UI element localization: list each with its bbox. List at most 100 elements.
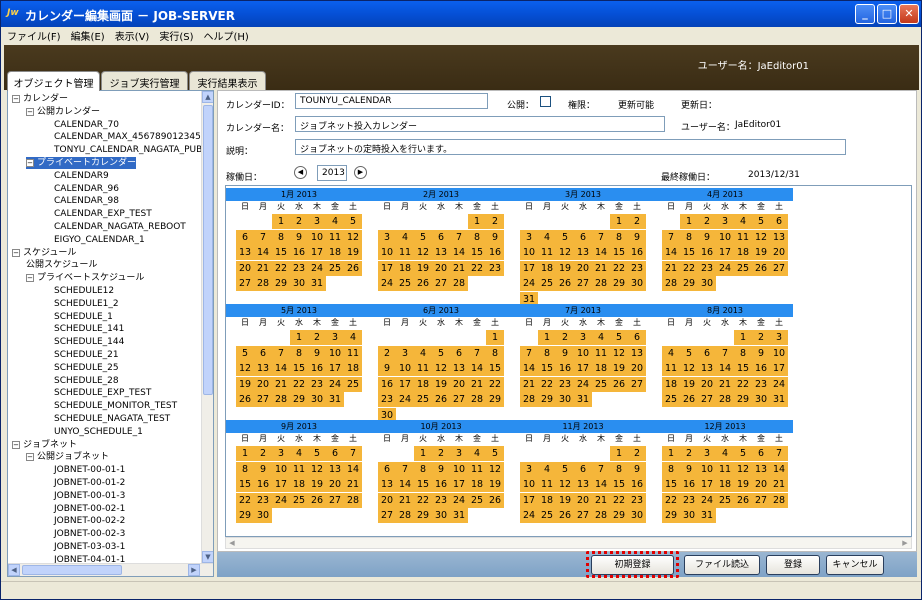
calendar-day[interactable]: 12 [556,245,574,261]
calendar-day[interactable]: 1 [486,330,504,345]
calendar-day[interactable]: 1 [610,446,628,461]
calendar-day[interactable]: 11 [662,361,680,377]
calendar-day[interactable]: 23 [698,260,716,276]
calendar-day[interactable]: 17 [520,260,538,276]
calendar-day[interactable]: 27 [628,376,646,392]
calendar-day[interactable]: 8 [272,229,290,245]
calendar-day[interactable]: 12 [432,361,450,377]
calendar-day[interactable]: 23 [556,376,574,392]
tree-item[interactable]: SCHEDULE12 [54,285,114,297]
calendar-day[interactable]: 11 [538,245,556,261]
calendar-day[interactable]: 19 [734,477,752,493]
calendar-day[interactable]: 11 [734,229,752,245]
calendar-day[interactable]: 7 [468,345,486,361]
calendar-day[interactable]: 7 [716,345,734,361]
calendar-day[interactable]: 14 [450,245,468,261]
calendar-day[interactable]: 21 [254,260,272,276]
calendar-day[interactable]: 29 [236,508,254,524]
calendar-day[interactable]: 16 [680,477,698,493]
calendar-day[interactable]: 13 [378,477,396,493]
calendar-day[interactable]: 31 [326,392,344,408]
calendar-day[interactable]: 22 [610,260,628,276]
calendar-day[interactable]: 24 [396,392,414,408]
calendar-day[interactable]: 14 [592,245,610,261]
calendar-day[interactable]: 3 [770,330,788,345]
calendar-day[interactable]: 17 [716,245,734,261]
scroll-left-icon[interactable]: ◀ [8,564,20,576]
calendar-day[interactable]: 13 [450,361,468,377]
calendar-day[interactable]: 2 [628,446,646,461]
tree-item[interactable]: CALENDAR9 [54,170,109,182]
calendar-day[interactable]: 16 [698,245,716,261]
calendar-day[interactable]: 29 [414,508,432,524]
calendar-day[interactable]: 5 [308,446,326,461]
calendar-day[interactable]: 14 [520,361,538,377]
collapse-toggle-icon[interactable]: − [12,248,20,257]
calendar-day[interactable]: 20 [574,260,592,276]
calendar-day[interactable]: 15 [662,477,680,493]
tree-item[interactable]: CALENDAR_70 [54,119,119,131]
calendar-day[interactable]: 25 [396,276,414,292]
calendar-day[interactable]: 20 [236,260,254,276]
calendar-day[interactable]: 22 [610,492,628,508]
calendar-day[interactable]: 11 [592,345,610,361]
tree-item[interactable]: SCHEDULE1_2 [54,298,119,310]
calendar-day[interactable]: 18 [290,477,308,493]
calendar-day[interactable]: 8 [680,229,698,245]
calendar-day[interactable]: 1 [290,330,308,345]
calendar-day[interactable]: 22 [486,376,504,392]
calendar-day[interactable]: 15 [486,361,504,377]
calendar-day[interactable]: 22 [236,492,254,508]
menu-edit[interactable]: 編集(E) [65,27,109,43]
calendar-day[interactable]: 21 [716,376,734,392]
calendar-day[interactable]: 10 [574,345,592,361]
calendar-day[interactable]: 10 [520,477,538,493]
calendar-day[interactable]: 6 [574,461,592,477]
calendar-day[interactable]: 13 [628,345,646,361]
calendar-day[interactable]: 23 [628,492,646,508]
calendar-day[interactable]: 27 [574,508,592,524]
calendar-day[interactable]: 31 [450,508,468,524]
calendar-day[interactable]: 14 [396,477,414,493]
calendar-day[interactable]: 4 [290,446,308,461]
calendar-day[interactable]: 25 [734,260,752,276]
calendar-day[interactable]: 8 [290,345,308,361]
calendar-day[interactable]: 22 [662,492,680,508]
calendar-day[interactable]: 27 [698,392,716,408]
calendar-day[interactable]: 5 [432,345,450,361]
close-button[interactable]: ✕ [899,4,919,24]
calendar-day[interactable]: 29 [272,276,290,292]
calendar-day[interactable]: 27 [432,276,450,292]
tree-item[interactable]: SCHEDULE_28 [54,375,119,387]
calendar-day[interactable]: 9 [628,461,646,477]
calendar-day[interactable]: 4 [662,345,680,361]
calendar-day[interactable]: 9 [290,229,308,245]
calendar-day[interactable]: 5 [344,214,362,229]
calendar-day[interactable]: 29 [610,508,628,524]
tree-item[interactable]: JOBNET-00-02-3 [54,528,125,540]
calendar-day[interactable]: 19 [432,376,450,392]
calendar-day[interactable]: 21 [520,376,538,392]
calendar-day[interactable]: 30 [698,276,716,292]
calendar-day[interactable]: 21 [468,376,486,392]
calendar-day[interactable]: 25 [468,492,486,508]
scroll-down-icon[interactable]: ▼ [202,551,213,563]
calendar-day[interactable]: 17 [326,361,344,377]
calendar-day[interactable]: 8 [236,461,254,477]
calendar-day[interactable]: 11 [468,461,486,477]
calendar-day[interactable]: 20 [752,477,770,493]
calendar-day[interactable]: 1 [734,330,752,345]
calendar-day[interactable]: 2 [432,446,450,461]
calendar-day[interactable]: 10 [308,229,326,245]
calendar-day[interactable]: 18 [592,361,610,377]
calendar-day[interactable]: 19 [344,245,362,261]
description-field[interactable]: ジョブネットの定時投入を行います。 [295,139,846,155]
calendar-day[interactable]: 13 [752,461,770,477]
calendar-day[interactable]: 17 [698,477,716,493]
calendar-day[interactable]: 14 [662,245,680,261]
calendar-day[interactable]: 4 [396,229,414,245]
tree-item[interactable]: SCHEDULE_144 [54,336,124,348]
calendar-day[interactable]: 6 [698,345,716,361]
calendar-day[interactable]: 8 [538,345,556,361]
calendar-day[interactable]: 10 [698,461,716,477]
